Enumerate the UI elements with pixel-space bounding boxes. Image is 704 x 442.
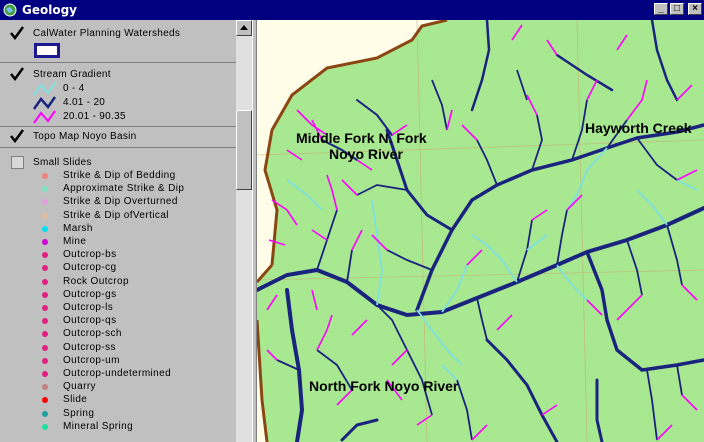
map-label-hayworth-creek: Hayworth Creek (585, 120, 692, 136)
map-label-middle-fork: Middle Fork N. Fork (296, 130, 427, 146)
point-symbol-icon (42, 239, 48, 245)
checkbox-checked-icon[interactable] (10, 67, 24, 81)
restore-button[interactable]: □ (670, 3, 684, 15)
slide-type-label: Mine (63, 236, 87, 247)
minimize-button[interactable]: _ (654, 3, 668, 15)
slide-type-label: Slide (63, 394, 88, 406)
point-symbol-icon (42, 384, 48, 391)
slide-type-label: Outcrop-cg (63, 262, 117, 274)
table-of-contents: CalWater Planning Watersheds Stream Grad… (0, 20, 237, 442)
point-symbol-icon (42, 423, 48, 430)
slide-type-label: Outcrop-gs (63, 288, 117, 300)
layer-name: Topo Map Noyo Basin (33, 131, 137, 142)
point-symbol-icon (42, 265, 48, 272)
point-symbol-icon (42, 371, 48, 377)
slide-type-label: Spring (63, 407, 95, 419)
point-symbol-icon (42, 212, 48, 219)
line-symbol (33, 96, 57, 110)
point-symbol-icon (42, 397, 48, 404)
point-symbol-icon (42, 410, 48, 417)
point-symbol-icon (42, 278, 48, 285)
slide-type-label: Quarry (63, 381, 96, 393)
point-symbol-icon (42, 318, 48, 325)
close-button[interactable]: × (688, 3, 702, 15)
slide-type-label: Strike & Dip of Bedding (63, 170, 176, 181)
point-symbol-icon (42, 331, 48, 338)
point-symbol-icon (42, 291, 48, 298)
slide-type-label: Rock Outcrop (63, 275, 129, 287)
slide-type-label: Outcrop-bs (63, 249, 117, 261)
divider (0, 62, 236, 63)
divider (0, 147, 236, 148)
map-label-north-fork: North Fork Noyo River (309, 378, 459, 394)
window-title: Geology (22, 3, 78, 17)
checkbox-checked-icon[interactable] (10, 129, 24, 143)
slide-type-label: Outcrop-ls (63, 302, 114, 313)
arrow-up-icon (240, 25, 248, 30)
gradient-label: 4.01 - 20 (63, 97, 106, 108)
slide-type-label: Outcrop-sch (63, 328, 122, 340)
slide-type-label: Outcrop-um (63, 354, 120, 366)
scroll-thumb[interactable] (236, 110, 252, 190)
line-symbol (33, 82, 56, 96)
scroll-up-button[interactable] (236, 20, 252, 36)
point-symbol-icon (42, 173, 48, 179)
point-symbol-icon (42, 252, 48, 259)
layer-name: Stream Gradient (33, 69, 111, 80)
point-symbol-icon (42, 344, 48, 351)
legend-scrollbar[interactable] (236, 20, 252, 442)
point-symbol-icon (42, 357, 48, 364)
slide-type-label: Mineral Spring (63, 420, 134, 432)
checkbox-checked-icon[interactable] (10, 26, 24, 40)
slide-type-label: Outcrop-undetermined (63, 368, 172, 379)
point-symbol-icon (42, 225, 48, 232)
map-view[interactable]: Middle Fork N. Fork Noyo River Hayworth … (257, 20, 704, 442)
checkbox-unchecked[interactable] (11, 156, 24, 169)
line-symbol (33, 110, 56, 124)
point-symbol-icon (42, 199, 48, 206)
gradient-label: 20.01 - 90.35 (63, 111, 126, 122)
point-symbol-icon (42, 305, 48, 311)
layer-name: Small Slides (33, 157, 92, 168)
arcview-globe-icon (3, 3, 17, 17)
slide-type-label: Outcrop-ss (63, 341, 116, 353)
map-label-middle-fork-river: Noyo River (329, 146, 403, 162)
watershed-symbol (34, 43, 60, 58)
window-titlebar: Geology _ □ × (0, 0, 704, 20)
layer-name: CalWater Planning Watersheds (33, 28, 181, 39)
divider (0, 126, 236, 127)
point-symbol-icon (42, 186, 48, 193)
slide-type-label: Outcrop-qs (63, 315, 117, 327)
slide-type-label: Approximate Strike & Dip (63, 183, 185, 195)
slide-type-label: Marsh (63, 222, 93, 234)
gradient-label: 0 - 4 (63, 83, 85, 94)
slide-type-label: Strike & Dip Overturned (63, 196, 178, 208)
slide-type-label: Strike & Dip ofVertical (63, 209, 169, 221)
